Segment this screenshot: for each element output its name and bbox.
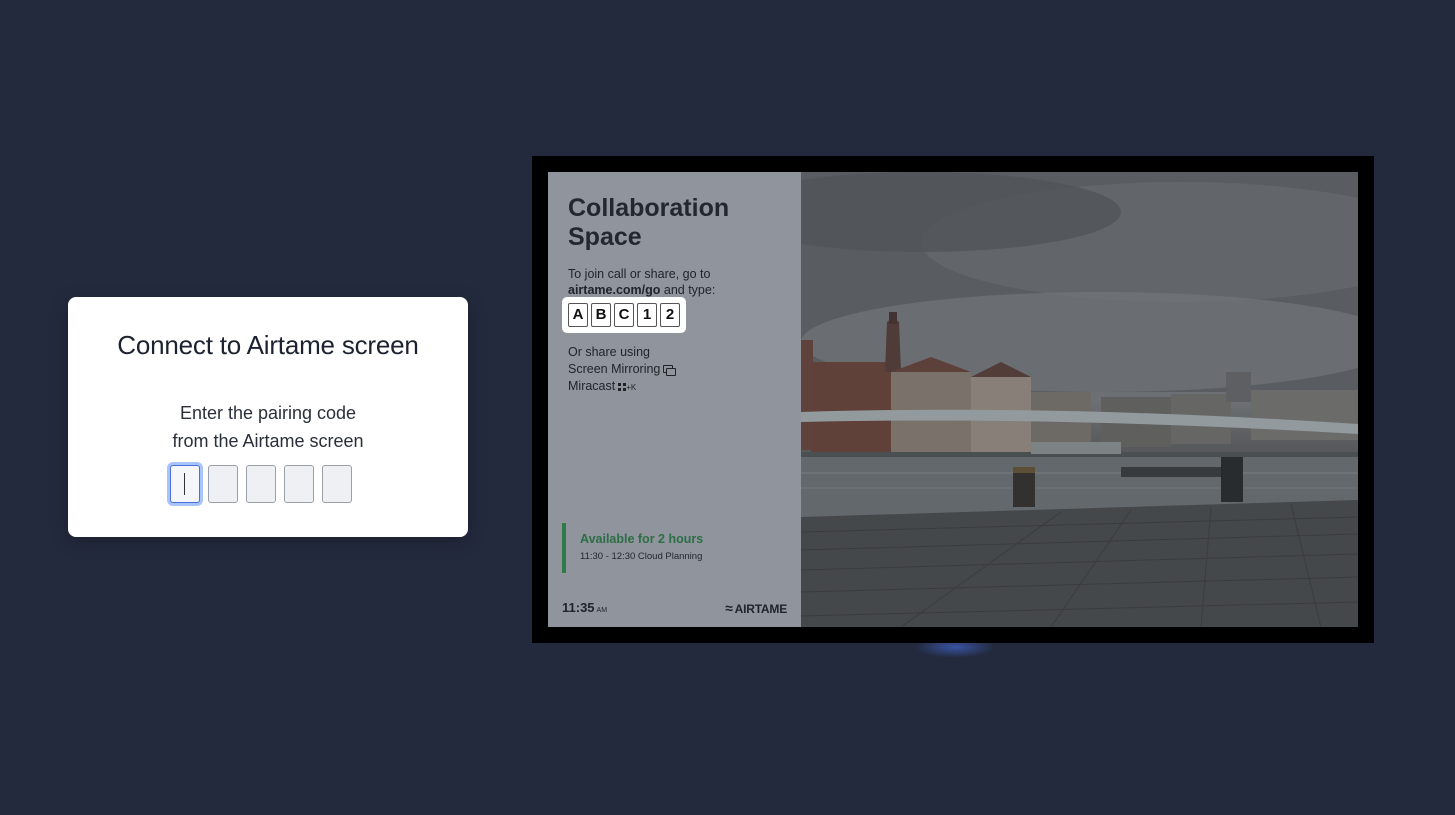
page: Connect to Airtame screen Enter the pair… xyxy=(0,0,1455,815)
clock-ampm: AM xyxy=(596,607,608,614)
pairing-code-input-2[interactable] xyxy=(208,465,238,503)
display-code-char: B xyxy=(591,303,611,327)
pairing-code-input-4[interactable] xyxy=(284,465,314,503)
room-title-line-1: Collaboration xyxy=(568,194,730,222)
share-option-label: Miracast xyxy=(568,379,616,393)
availability-title: Available for 2 hours xyxy=(580,532,704,546)
pairing-code-input-1[interactable] xyxy=(170,465,200,503)
harbor-photo-illustration xyxy=(801,172,1358,627)
pairing-instructions: Enter the pairing code from the Airtame … xyxy=(68,399,468,455)
airtame-logo-icon: ≈ xyxy=(725,600,733,616)
screen-display: Collaboration Space To join call or shar… xyxy=(548,172,1358,627)
airtame-logo: ≈ AIRTAME xyxy=(725,600,787,616)
screen-info-panel: Collaboration Space To join call or shar… xyxy=(548,172,801,627)
room-title: Collaboration Space xyxy=(568,194,768,252)
share-option-miracast: Miracast +K xyxy=(568,378,674,396)
airtame-brand-name: AIRTAME xyxy=(734,602,788,616)
clock: 11:35 AM xyxy=(562,600,607,615)
clock-time: 11:35 xyxy=(562,600,595,615)
room-title-line-2: Space xyxy=(568,223,642,251)
display-pairing-code: A B C 1 2 xyxy=(562,297,686,333)
miracast-shortcut: +K xyxy=(626,383,637,392)
share-options: Or share using Screen Mirroring Miracast… xyxy=(568,344,677,396)
availability-status: Available for 2 hours 11:30 - 12:30 Clou… xyxy=(562,523,703,573)
join-instructions: To join call or share, go to airtame.com… xyxy=(568,266,715,298)
airtame-screen-preview: Collaboration Space To join call or shar… xyxy=(532,156,1374,643)
share-intro: Or share using xyxy=(568,345,650,359)
pairing-instruction-line-2: from the Airtame screen xyxy=(172,431,364,451)
next-meeting: 11:30 - 12:30 Cloud Planning xyxy=(580,551,703,562)
share-option-screen-mirroring: Screen Mirroring xyxy=(568,361,677,378)
pairing-code-input-3[interactable] xyxy=(246,465,276,503)
display-code-char: C xyxy=(614,303,634,327)
display-code-char: A xyxy=(568,303,588,327)
join-instruction-line: To join call or share, go to xyxy=(568,267,711,281)
pairing-code-inputs xyxy=(170,465,352,503)
pairing-instruction-line-1: Enter the pairing code xyxy=(179,403,357,423)
photo-dim-overlay xyxy=(801,172,1358,627)
pairing-card-title: Connect to Airtame screen xyxy=(117,330,419,360)
mirror-icon xyxy=(663,365,677,377)
join-url-line: airtame.com/go and type: xyxy=(568,282,715,298)
share-option-label: Screen Mirroring xyxy=(568,362,661,376)
display-code-char: 1 xyxy=(637,303,657,327)
display-code-char: 2 xyxy=(660,303,680,327)
text-caret xyxy=(184,473,185,495)
background-photo xyxy=(801,172,1358,627)
join-url: airtame.com/go xyxy=(568,283,661,297)
pairing-card: Connect to Airtame screen Enter the pair… xyxy=(68,297,468,537)
pairing-code-input-5[interactable] xyxy=(322,465,352,503)
join-suffix: and type: xyxy=(660,283,716,297)
pairing-code-input-wrapper xyxy=(170,465,200,503)
